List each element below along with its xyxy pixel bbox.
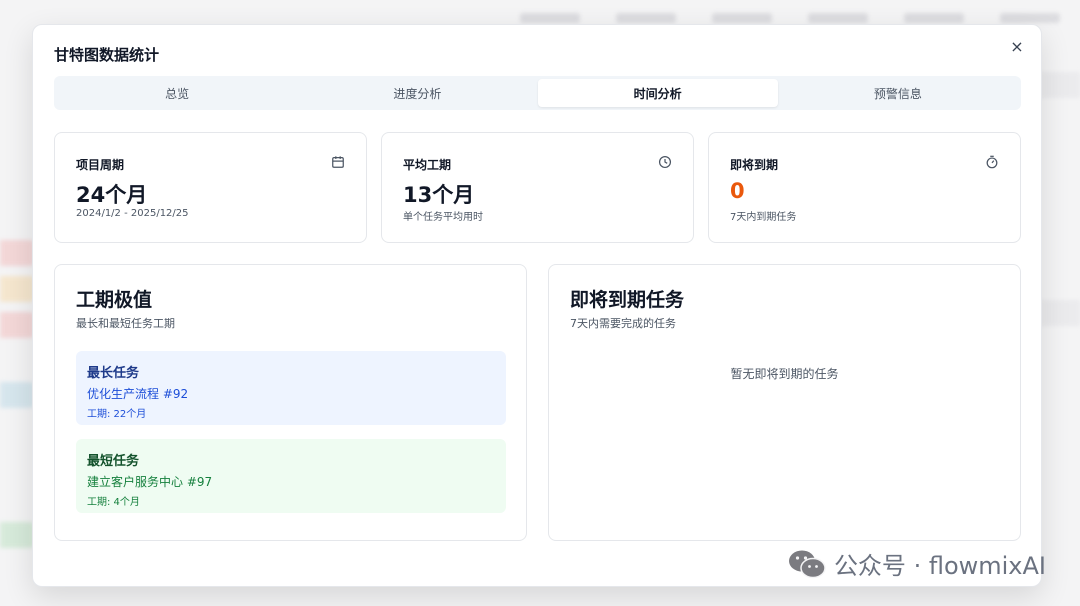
empty-state-message: 暂无即将到期的任务 — [730, 367, 839, 381]
task-heading: 最长任务 — [87, 366, 140, 381]
modal-title: 甘特图数据统计 — [54, 46, 160, 64]
tab-time-analysis[interactable]: 时间分析 — [537, 79, 778, 107]
shortest-task-card: 最短任务 建立客户服务中心 #97 工期: 4个月 — [76, 439, 506, 513]
due-soon-panel: 即将到期任务 7天内需要完成的任务 暂无即将到期的任务 — [548, 264, 1021, 541]
clock-icon — [658, 155, 672, 169]
duration-extremes-panel: 工期极值 最长和最短任务工期 最长任务 优化生产流程 #92 工期: 22个月 … — [54, 264, 527, 541]
task-name: 优化生产流程 #92 — [87, 387, 189, 401]
stat-value: 13个月 — [403, 183, 475, 207]
stat-card-average-duration: 平均工期 13个月 单个任务平均用时 — [381, 132, 694, 243]
watermark: 公众号 · flowmixAI — [788, 546, 1046, 581]
panel-subtitle: 最长和最短任务工期 — [76, 317, 175, 330]
wechat-icon — [788, 550, 826, 578]
calendar-icon — [332, 156, 344, 168]
stat-subtext: 单个任务平均用时 — [403, 212, 483, 223]
tab-bar: 总览 进度分析 时间分析 预警信息 — [54, 76, 1021, 110]
stat-card-project-period: 项目周期 24个月 2024/1/2 - 2025/12/25 — [54, 132, 367, 243]
task-duration: 工期: 22个月 — [87, 409, 147, 420]
task-name: 建立客户服务中心 #97 — [87, 475, 213, 489]
stat-card-due-soon: 即将到期 0 7天内到期任务 — [708, 132, 1021, 243]
stat-label: 即将到期 — [730, 158, 779, 172]
task-duration: 工期: 4个月 — [87, 497, 140, 508]
tab-overview[interactable]: 总览 — [57, 79, 297, 107]
stat-subtext: 7天内到期任务 — [730, 212, 797, 223]
panel-title: 工期极值 — [76, 289, 153, 311]
stat-value: 24个月 — [76, 183, 148, 207]
stat-subtext: 2024/1/2 - 2025/12/25 — [76, 208, 189, 219]
stat-label: 项目周期 — [76, 158, 125, 172]
panel-subtitle: 7天内需要完成的任务 — [570, 317, 676, 330]
timer-icon — [986, 155, 998, 169]
watermark-text: 公众号 · flowmixAI — [833, 552, 1046, 580]
task-heading: 最短任务 — [87, 454, 140, 469]
statistics-modal: 甘特图数据统计 × 总览 进度分析 时间分析 预警信息 项目周期 24个月 20… — [32, 24, 1042, 587]
tab-progress-analysis[interactable]: 进度分析 — [297, 79, 537, 107]
close-icon[interactable]: × — [1007, 37, 1027, 57]
stat-label: 平均工期 — [403, 158, 452, 172]
longest-task-card: 最长任务 优化生产流程 #92 工期: 22个月 — [76, 351, 506, 425]
stat-value: 0 — [730, 179, 745, 203]
tab-warnings[interactable]: 预警信息 — [778, 79, 1018, 107]
panel-title: 即将到期任务 — [570, 289, 685, 311]
